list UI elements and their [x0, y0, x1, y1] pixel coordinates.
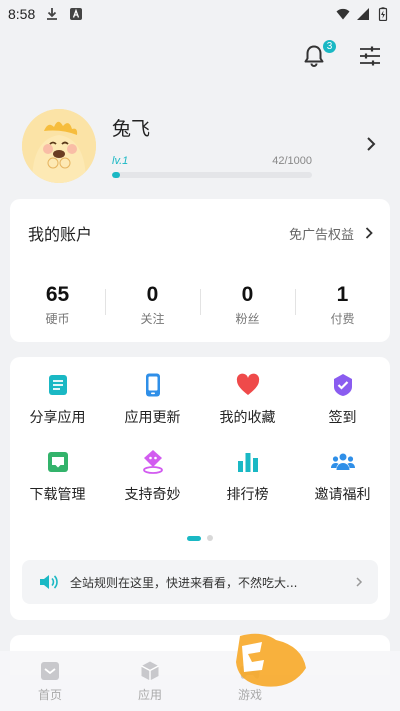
- nav-apps[interactable]: 应用: [100, 651, 200, 711]
- wifi-icon: [336, 8, 350, 20]
- home-icon: [41, 661, 59, 680]
- grid-item-app-update[interactable]: 应用更新: [105, 372, 200, 427]
- username: 兔飞: [112, 118, 151, 140]
- account-header: 我的账户 免广告权益: [10, 199, 390, 245]
- grid-item-label: 签到: [328, 410, 357, 426]
- page-dot-active: [187, 535, 201, 541]
- grid-item-download-manager[interactable]: 下载管理: [10, 449, 105, 504]
- stat-value: 65: [45, 283, 70, 306]
- nav-more[interactable]: [300, 651, 400, 711]
- checkin-icon: [333, 374, 352, 396]
- battery-icon: [378, 7, 388, 21]
- ranking-bars-icon: [237, 453, 258, 472]
- user-level: lv.1: [112, 155, 129, 167]
- stat-label: 关注: [140, 312, 165, 326]
- status-time: 8:58: [8, 6, 36, 22]
- bottom-nav: 首页 应用 游戏: [0, 651, 400, 711]
- level-progress-bar: [112, 172, 312, 178]
- stat-following[interactable]: 0 关注: [105, 283, 200, 327]
- grid-item-label: 下载管理: [29, 487, 86, 503]
- page-dot: [207, 535, 213, 541]
- status-bar: 8:58: [0, 0, 400, 28]
- account-title: 我的账户: [28, 225, 93, 244]
- level-row: lv.1 42/1000: [112, 155, 312, 167]
- grid-item-label: 支持奇妙: [124, 487, 181, 503]
- chevron-right-icon: [356, 577, 363, 587]
- grid-item-label: 邀请福利: [314, 487, 371, 503]
- chevron-right-icon[interactable]: [364, 133, 378, 155]
- notification-button[interactable]: 3: [300, 38, 338, 70]
- profile-section[interactable]: 兔飞 lv.1 42/1000: [22, 106, 378, 186]
- level-progress-fill: [112, 172, 121, 178]
- stat-coins[interactable]: 65 硬币: [10, 283, 105, 327]
- ad-free-label: 免广告权益: [288, 227, 354, 243]
- grid-item-label: 分享应用: [29, 410, 86, 426]
- top-actions: 3: [300, 38, 382, 70]
- stat-fans[interactable]: 0 粉丝: [200, 283, 295, 327]
- stat-value: 0: [146, 283, 159, 306]
- feature-grid-card: 分享应用 应用更新 我的收藏 签到 下载管理 支持奇妙 排行榜 邀请福利 全站规…: [10, 357, 390, 620]
- speaker-icon: [40, 575, 58, 589]
- download-tray-icon: [47, 452, 68, 472]
- grid-item-favorites[interactable]: 我的收藏: [200, 372, 295, 427]
- stat-value: 0: [241, 283, 254, 306]
- mascot-avatar-icon: [22, 109, 96, 183]
- settings-sliders-icon[interactable]: [358, 44, 382, 68]
- stat-paid[interactable]: 1 付费: [295, 283, 390, 327]
- download-status-icon: [47, 8, 58, 20]
- heart-icon: [236, 373, 259, 395]
- stat-label: 硬币: [45, 312, 70, 326]
- grid-item-support[interactable]: 支持奇妙: [105, 449, 200, 504]
- notice-text: 全站规则在这里，快进来看看，不然吃大...: [70, 575, 298, 590]
- account-card: 我的账户 免广告权益 65 硬币 0 关注 0 粉丝 1 付费: [10, 199, 390, 342]
- notification-badge: 3: [321, 38, 338, 55]
- stat-label: 付费: [330, 312, 355, 326]
- phone-update-icon: [145, 373, 160, 397]
- notice-banner[interactable]: 全站规则在这里，快进来看看，不然吃大...: [22, 560, 378, 604]
- grid-item-ranking[interactable]: 排行榜: [200, 449, 295, 504]
- grid-item-share-app[interactable]: 分享应用: [10, 372, 105, 427]
- nav-label: 首页: [37, 687, 62, 702]
- share-app-icon: [48, 375, 67, 395]
- grid-item-label: 应用更新: [124, 410, 181, 426]
- ad-free-benefits-link[interactable]: 免广告权益: [289, 224, 374, 243]
- account-stats: 65 硬币 0 关注 0 粉丝 1 付费: [10, 283, 390, 327]
- grid-item-label: 排行榜: [226, 487, 269, 503]
- watermark-logo-icon: [236, 633, 306, 687]
- page-indicator: [187, 535, 213, 541]
- app-notification-icon: [70, 8, 83, 20]
- support-icon: [142, 450, 163, 474]
- invite-people-icon: [330, 453, 355, 470]
- signal-icon: [357, 8, 369, 20]
- avatar[interactable]: [22, 109, 96, 183]
- grid-item-invite[interactable]: 邀请福利: [295, 449, 390, 504]
- grid-item-label: 我的收藏: [219, 410, 276, 426]
- app-box-icon: [141, 661, 159, 680]
- chevron-right-icon: [365, 227, 373, 239]
- nav-home[interactable]: 首页: [0, 651, 100, 711]
- stat-value: 1: [336, 283, 349, 306]
- profile-info: 兔飞 lv.1 42/1000: [112, 114, 378, 178]
- feature-grid: 分享应用 应用更新 我的收藏 签到 下载管理 支持奇妙 排行榜 邀请福利: [10, 357, 390, 504]
- grid-item-checkin[interactable]: 签到: [295, 372, 390, 427]
- nav-label: 应用: [137, 687, 162, 702]
- stat-label: 粉丝: [235, 312, 260, 326]
- level-progress-text: 42/1000: [272, 155, 312, 167]
